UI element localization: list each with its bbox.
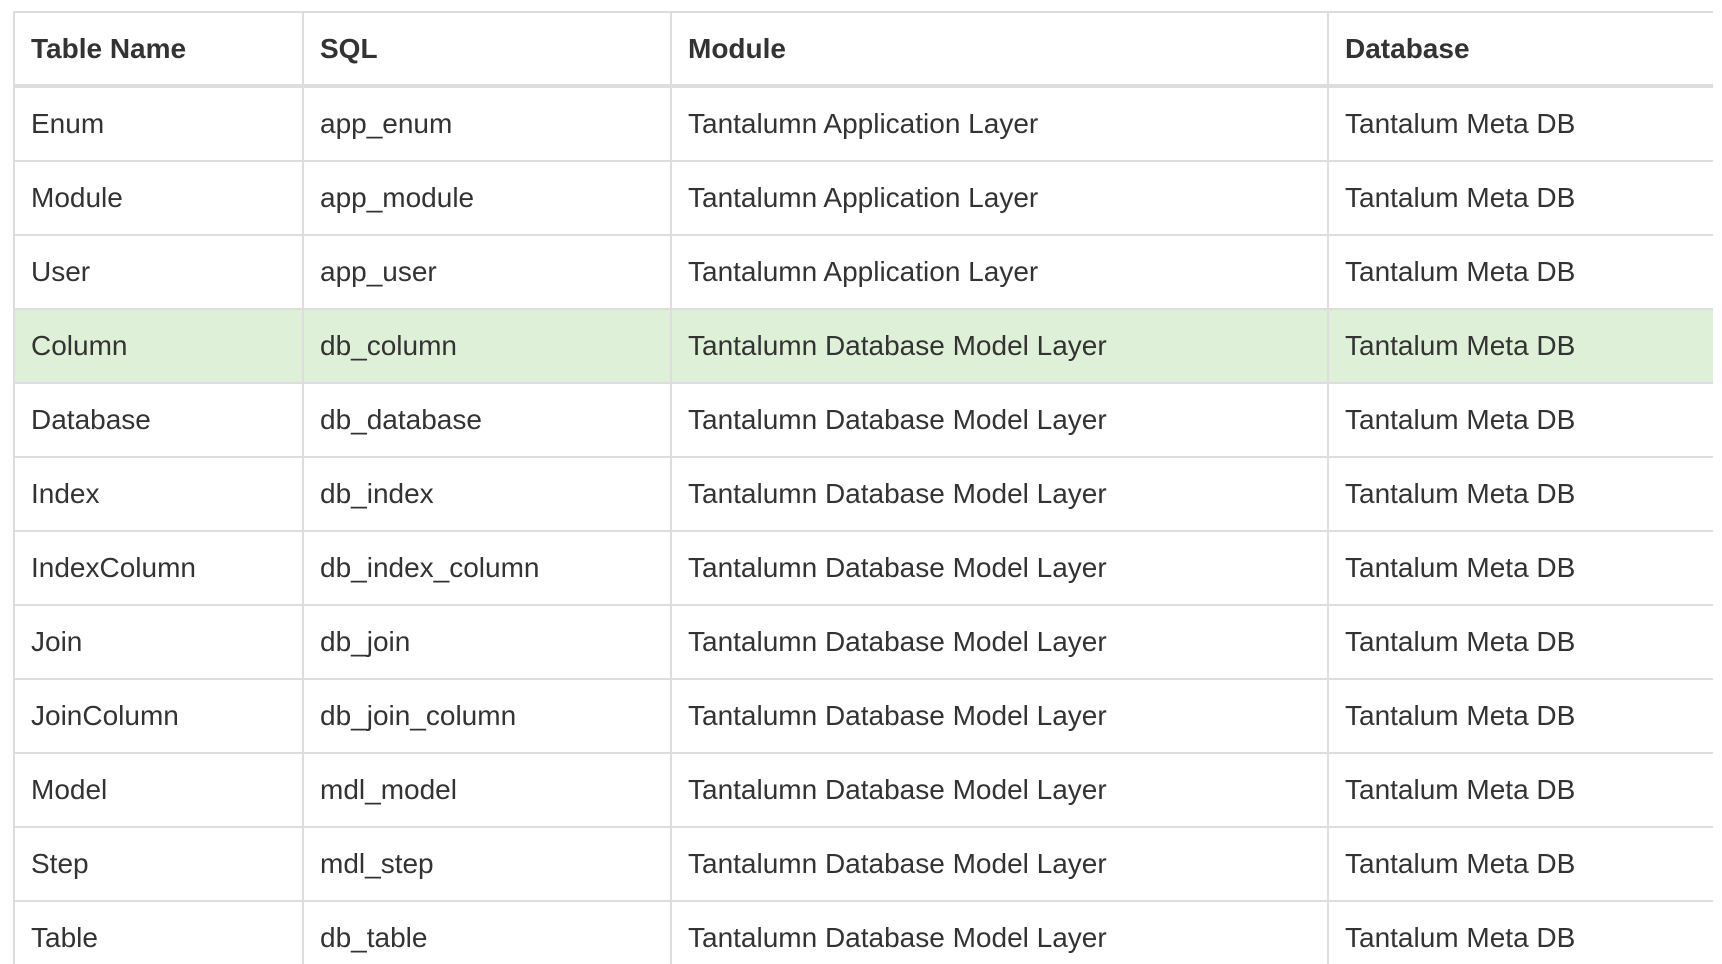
table-row[interactable]: IndexColumn db_index_column Tantalumn Data… [13, 530, 1713, 606]
cell-database: Tantalum Meta DB [1327, 678, 1713, 754]
cell-table-name: Step [13, 826, 304, 902]
table-row[interactable]: Index db_index Tantalumn Database Model La… [13, 456, 1713, 532]
table-row[interactable]: JoinColumn db_join_column Tantalumn Databa… [13, 678, 1713, 754]
table-row[interactable]: User app_user Tantalumn Application Layer T… [13, 234, 1713, 310]
table-row[interactable]: Join db_join Tantalumn Database Model Laye… [13, 604, 1713, 680]
table-container: Table Name SQL Module Database Enum app_e… [13, 11, 1713, 964]
column-header-module[interactable]: Module [670, 11, 1329, 88]
cell-module: Tantalumn Database Model Layer [670, 678, 1329, 754]
cell-sql: app_enum [302, 85, 672, 162]
cell-sql: mdl_model [302, 752, 672, 828]
cell-module: Tantalumn Database Model Layer [670, 752, 1329, 828]
cell-table-name: Module [13, 160, 304, 236]
cell-sql: db_table [302, 900, 672, 964]
table-row[interactable]: Enum app_enum Tantalumn Application Layer T… [13, 85, 1713, 162]
table-row[interactable]: Model mdl_model Tantalumn Database Model L… [13, 752, 1713, 828]
cell-table-name: JoinColumn [13, 678, 304, 754]
cell-sql: db_index_column [302, 530, 672, 606]
cell-sql: app_module [302, 160, 672, 236]
cell-database: Tantalum Meta DB [1327, 604, 1713, 680]
table-row[interactable]: Module app_module Tantalumn Application La… [13, 160, 1713, 236]
cell-table-name: Table [13, 900, 304, 964]
cell-module: Tantalumn Database Model Layer [670, 826, 1329, 902]
table-row[interactable]: Column db_column Tantalumn Database Model … [13, 308, 1713, 384]
cell-module: Tantalumn Database Model Layer [670, 382, 1329, 458]
cell-database: Tantalum Meta DB [1327, 826, 1713, 902]
cell-database: Tantalum Meta DB [1327, 752, 1713, 828]
cell-module: Tantalumn Database Model Layer [670, 530, 1329, 606]
cell-table-name: Enum [13, 85, 304, 162]
cell-table-name: Join [13, 604, 304, 680]
table-row[interactable]: Database db_database Tantalumn Database Mo… [13, 382, 1713, 458]
cell-table-name: IndexColumn [13, 530, 304, 606]
cell-database: Tantalum Meta DB [1327, 160, 1713, 236]
cell-sql: db_index [302, 456, 672, 532]
cell-sql: db_database [302, 382, 672, 458]
cell-module: Tantalumn Database Model Layer [670, 604, 1329, 680]
cell-database: Tantalum Meta DB [1327, 382, 1713, 458]
cell-module: Tantalumn Application Layer [670, 85, 1329, 162]
cell-database: Tantalum Meta DB [1327, 456, 1713, 532]
cell-database: Tantalum Meta DB [1327, 530, 1713, 606]
table-body: Enum app_enum Tantalumn Application Layer T… [13, 85, 1713, 964]
tables-table: Table Name SQL Module Database Enum app_e… [13, 11, 1713, 964]
table-row[interactable]: Step mdl_step Tantalumn Database Model Lay… [13, 826, 1713, 902]
cell-module: Tantalumn Database Model Layer [670, 308, 1329, 384]
header-row: Table Name SQL Module Database [13, 11, 1713, 88]
cell-database: Tantalum Meta DB [1327, 900, 1713, 964]
cell-sql: db_join [302, 604, 672, 680]
column-header-sql[interactable]: SQL [302, 11, 672, 88]
cell-module: Tantalumn Database Model Layer [670, 900, 1329, 964]
cell-table-name: Column [13, 308, 304, 384]
cell-sql: mdl_step [302, 826, 672, 902]
cell-database: Tantalum Meta DB [1327, 85, 1713, 162]
column-header-database[interactable]: Database [1327, 11, 1713, 88]
cell-table-name: Model [13, 752, 304, 828]
cell-sql: db_column [302, 308, 672, 384]
table-header: Table Name SQL Module Database [13, 11, 1713, 88]
cell-database: Tantalum Meta DB [1327, 234, 1713, 310]
cell-sql: app_user [302, 234, 672, 310]
column-header-table-name[interactable]: Table Name [13, 11, 304, 88]
cell-module: Tantalumn Application Layer [670, 160, 1329, 236]
cell-table-name: Index [13, 456, 304, 532]
cell-database: Tantalum Meta DB [1327, 308, 1713, 384]
cell-module: Tantalumn Database Model Layer [670, 456, 1329, 532]
cell-sql: db_join_column [302, 678, 672, 754]
cell-table-name: Database [13, 382, 304, 458]
cell-module: Tantalumn Application Layer [670, 234, 1329, 310]
table-row[interactable]: Table db_table Tantalumn Database Model La… [13, 900, 1713, 964]
cell-table-name: User [13, 234, 304, 310]
